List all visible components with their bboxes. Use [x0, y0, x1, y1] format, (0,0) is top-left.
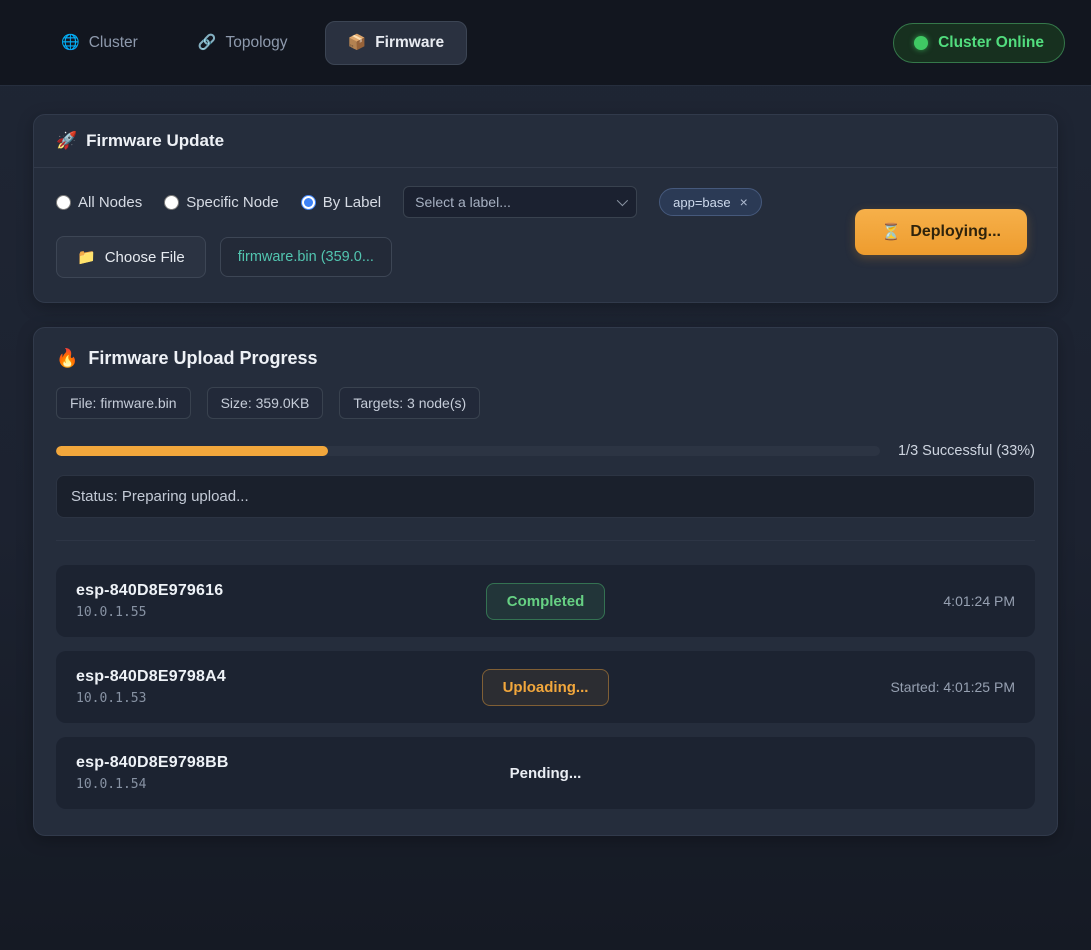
progress-fill	[56, 446, 328, 456]
label-tag-text: app=base	[673, 195, 730, 210]
meta-file: File: firmware.bin	[56, 387, 191, 419]
folder-icon: 📁	[77, 248, 96, 266]
radio-specific-node[interactable]: Specific Node	[164, 194, 279, 211]
radio-input-by-label[interactable]	[301, 195, 316, 210]
fire-icon: 🔥	[56, 348, 78, 369]
globe-icon: 🌐	[61, 35, 80, 50]
node-row: esp-840D8E979616 10.0.1.55 Completed 4:0…	[56, 565, 1035, 637]
rocket-icon: 🚀	[56, 131, 77, 151]
radio-input-all-nodes[interactable]	[56, 195, 71, 210]
progress-bar	[56, 446, 880, 456]
label-tag: app=base ×	[659, 188, 762, 216]
green-dot-icon	[914, 36, 928, 50]
label-tag-remove-button[interactable]: ×	[740, 194, 748, 210]
node-time: 4:01:24 PM	[605, 593, 1015, 609]
node-status-badge: Completed	[486, 583, 606, 620]
main-content: 🚀 Firmware Update All Nodes Specific Nod…	[33, 86, 1058, 836]
progress-row: 1/3 Successful (33%)	[56, 443, 1035, 459]
nav-item-firmware-label: Firmware	[375, 34, 444, 52]
top-nav: 🌐 Cluster 🔗 Topology 📦 Firmware Cluster …	[0, 0, 1091, 86]
selected-file-button[interactable]: firmware.bin (359.0...	[220, 237, 392, 277]
divider	[56, 540, 1035, 541]
radio-specific-node-label: Specific Node	[186, 194, 279, 211]
nav-item-topology-label: Topology	[225, 34, 287, 52]
nav-item-firmware[interactable]: 📦 Firmware	[325, 21, 468, 65]
nav-item-cluster-label: Cluster	[89, 34, 138, 52]
label-select[interactable]: Select a label...	[403, 186, 637, 218]
node-ip: 10.0.1.53	[76, 691, 482, 706]
radio-all-nodes[interactable]: All Nodes	[56, 194, 142, 211]
radio-input-specific-node[interactable]	[164, 195, 179, 210]
node-name: esp-840D8E979616	[76, 582, 486, 600]
upload-progress-inner: 🔥 Firmware Upload Progress File: firmwar…	[34, 328, 1057, 835]
node-status-badge: Uploading...	[482, 669, 610, 706]
package-icon: 📦	[348, 35, 367, 50]
firmware-update-body: All Nodes Specific Node By Label Select …	[34, 168, 1057, 302]
node-ip: 10.0.1.55	[76, 605, 486, 620]
firmware-update-form: All Nodes Specific Node By Label Select …	[56, 186, 855, 278]
radio-by-label-label: By Label	[323, 194, 381, 211]
deploy-button[interactable]: ⏳ Deploying...	[855, 209, 1027, 255]
cluster-status-badge: Cluster Online	[893, 23, 1065, 63]
upload-meta-row: File: firmware.bin Size: 359.0KB Targets…	[56, 387, 1035, 419]
node-info: esp-840D8E979616 10.0.1.55	[76, 582, 486, 620]
node-row: esp-840D8E9798A4 10.0.1.53 Uploading... …	[56, 651, 1035, 723]
meta-targets: Targets: 3 node(s)	[339, 387, 480, 419]
file-buttons-row: 📁 Choose File firmware.bin (359.0...	[56, 236, 855, 278]
firmware-update-card-header: 🚀 Firmware Update	[34, 115, 1057, 168]
nav-item-topology[interactable]: 🔗 Topology	[175, 21, 311, 65]
upload-progress-header: 🔥 Firmware Upload Progress	[56, 348, 1035, 369]
meta-size: Size: 359.0KB	[207, 387, 324, 419]
upload-progress-title: Firmware Upload Progress	[88, 348, 317, 369]
progress-label: 1/3 Successful (33%)	[898, 443, 1035, 459]
chevron-down-icon	[617, 195, 628, 206]
radio-all-nodes-label: All Nodes	[78, 194, 142, 211]
node-time: Started: 4:01:25 PM	[609, 679, 1015, 695]
node-info: esp-840D8E9798BB 10.0.1.54	[76, 754, 510, 792]
upload-progress-card: 🔥 Firmware Upload Progress File: firmwar…	[33, 327, 1058, 836]
target-select-row: All Nodes Specific Node By Label Select …	[56, 186, 855, 218]
firmware-update-card: 🚀 Firmware Update All Nodes Specific Nod…	[33, 114, 1058, 303]
node-status-text: Pending...	[510, 765, 582, 782]
node-name: esp-840D8E9798A4	[76, 668, 482, 686]
label-select-value: Select a label...	[415, 194, 511, 210]
choose-file-label: Choose File	[105, 249, 185, 266]
nav-tabs: 🌐 Cluster 🔗 Topology 📦 Firmware	[26, 21, 467, 65]
node-name: esp-840D8E9798BB	[76, 754, 510, 772]
nav-item-cluster[interactable]: 🌐 Cluster	[38, 21, 161, 65]
link-icon: 🔗	[198, 35, 217, 50]
cluster-status-label: Cluster Online	[938, 34, 1044, 52]
choose-file-button[interactable]: 📁 Choose File	[56, 236, 206, 278]
upload-status-box: Status: Preparing upload...	[56, 475, 1035, 518]
firmware-update-title: Firmware Update	[86, 131, 224, 151]
deploy-button-label: Deploying...	[910, 223, 1001, 241]
node-ip: 10.0.1.54	[76, 777, 510, 792]
radio-by-label[interactable]: By Label	[301, 194, 381, 211]
hourglass-icon: ⏳	[881, 222, 901, 242]
node-row: esp-840D8E9798BB 10.0.1.54 Pending...	[56, 737, 1035, 809]
node-info: esp-840D8E9798A4 10.0.1.53	[76, 668, 482, 706]
